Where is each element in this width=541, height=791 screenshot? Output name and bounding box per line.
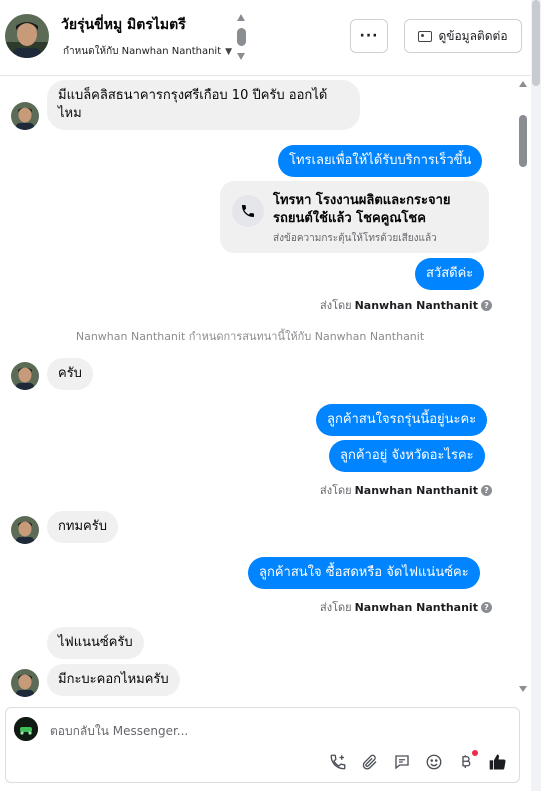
- chevron-down-icon: ▼: [225, 46, 233, 57]
- message-outgoing[interactable]: ลูกค้าสนใจ ซื้อสดหรือ จัดไฟแน่นซ์คะ: [248, 557, 480, 589]
- message-outgoing[interactable]: สวัสดีค่ะ: [415, 258, 485, 290]
- page-scrollbar-thumb[interactable]: [532, 0, 540, 86]
- view-contact-label: ดูข้อมูลติดต่อ: [438, 28, 508, 43]
- more-options-button[interactable]: ···: [350, 19, 388, 53]
- scroll-down-arrow[interactable]: [519, 686, 527, 692]
- call-title-line: รถยนต์ใช้แล้ว โชคคูณโชค: [273, 211, 426, 226]
- sent-by-prefix: ส่งโดย: [320, 601, 352, 614]
- message-outgoing[interactable]: ลูกค้าสนใจรถรุ่นนี้อยู่นะคะ: [316, 404, 488, 436]
- assignee-dropdown[interactable]: กำหนดให้กับ Nanwhan Nanthanit ▼: [63, 44, 232, 59]
- attachment-icon[interactable]: [360, 752, 380, 772]
- call-title-line: โทรหา โรงงานผลิตและกระจาย: [273, 193, 451, 208]
- sent-by-label: ส่งโดย Nanwhan Nanthanit ?: [320, 598, 492, 616]
- question-icon[interactable]: ?: [480, 484, 492, 496]
- sent-by-label: ส่งโดย Nanwhan Nanthanit ?: [320, 296, 492, 314]
- message-scrollbar[interactable]: [516, 77, 530, 698]
- emoji-icon[interactable]: [424, 752, 444, 772]
- header-scroll-control[interactable]: [236, 14, 246, 60]
- saved-reply-icon[interactable]: [392, 752, 412, 772]
- contact-card-icon: [418, 30, 433, 42]
- baht-payment-icon[interactable]: [456, 750, 478, 772]
- arrow-up-icon: [237, 14, 245, 21]
- view-contact-button[interactable]: ดูข้อมูลติดต่อ: [404, 19, 522, 53]
- contact-avatar-small: [11, 516, 39, 544]
- sent-by-prefix: ส่งโดย: [320, 299, 352, 312]
- scrollbar-thumb[interactable]: [519, 115, 527, 167]
- thumbs-up-icon[interactable]: [488, 752, 508, 772]
- notification-dot: [472, 750, 478, 756]
- call-card-title: โทรหา โรงงานผลิตและกระจาย รถยนต์ใช้แล้ว …: [273, 192, 478, 228]
- sent-by-label: ส่งโดย Nanwhan Nanthanit ?: [320, 481, 492, 499]
- message-thread[interactable]: มีแบล็คลิสธนาคารกรุงศรีเกือบ 10 ปีครับ อ…: [0, 77, 516, 698]
- question-icon[interactable]: ?: [480, 601, 492, 613]
- scroll-knob[interactable]: [236, 28, 246, 46]
- phone-icon: [232, 195, 264, 227]
- message-text: ไหม: [58, 106, 82, 121]
- message-outgoing[interactable]: ลูกค้าอยู่ จังหวัดอะไรคะ: [329, 440, 485, 472]
- contact-avatar-small: [11, 362, 39, 390]
- sent-by-prefix: ส่งโดย: [320, 484, 352, 497]
- scroll-up-arrow[interactable]: [519, 81, 527, 87]
- sent-by-name: Nanwhan Nanthanit: [354, 298, 478, 312]
- message-outgoing[interactable]: โทรเลยเพื่อให้ได้รับบริการเร็วขึ้น: [278, 145, 483, 177]
- message-incoming[interactable]: มีแบล็คลิสธนาคารกรุงศรีเกือบ 10 ปีครับ อ…: [47, 80, 360, 130]
- composer-toolbar: [328, 750, 508, 774]
- contact-avatar-small: [11, 669, 39, 697]
- reply-input[interactable]: [50, 721, 490, 741]
- system-assignment-notice: Nanwhan Nanthanit กำหนดการสนทนานี้ให้กับ…: [75, 330, 425, 343]
- message-incoming[interactable]: ไฟแนนซ์ครับ: [47, 627, 144, 659]
- call-add-icon[interactable]: [328, 752, 348, 772]
- page-scrollbar[interactable]: [531, 0, 541, 791]
- call-card-subtitle: ส่งข้อความกระตุ้นให้โทรด้วยเสียงแล้ว: [273, 233, 437, 244]
- contact-avatar-small: [11, 102, 39, 130]
- message-incoming[interactable]: กทมครับ: [47, 511, 118, 543]
- message-incoming[interactable]: ครับ: [47, 358, 93, 390]
- message-text: มีแบล็คลิสธนาคารกรุงศรีเกือบ 10 ปีครับ อ…: [58, 88, 328, 103]
- page-avatar: [14, 717, 38, 741]
- question-icon[interactable]: ?: [480, 299, 492, 311]
- sent-by-name: Nanwhan Nanthanit: [354, 600, 478, 614]
- assignee-label: กำหนดให้กับ Nanwhan Nanthanit: [63, 46, 222, 57]
- arrow-down-icon: [237, 53, 245, 60]
- contact-name: วัยรุ่นขี่หมู มิตรไมตรี: [61, 17, 186, 33]
- conversation-header: วัยรุ่นขี่หมู มิตรไมตรี กำหนดให้กับ Nanw…: [0, 0, 531, 76]
- sent-by-name: Nanwhan Nanthanit: [354, 483, 478, 497]
- message-incoming[interactable]: มีกะบะคอกไหมครับ: [47, 664, 180, 696]
- contact-avatar[interactable]: [5, 14, 49, 58]
- reply-composer: [5, 707, 520, 783]
- call-request-card[interactable]: โทรหา โรงงานผลิตและกระจาย รถยนต์ใช้แล้ว …: [220, 181, 489, 253]
